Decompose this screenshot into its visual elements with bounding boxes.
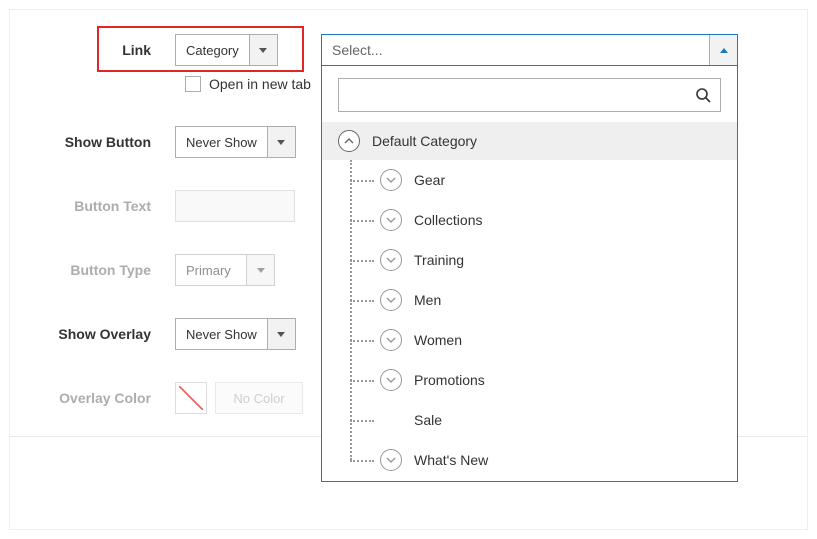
label-link: Link: [10, 42, 175, 58]
open-new-tab-row: Open in new tab: [185, 76, 311, 92]
expand-icon[interactable]: [380, 369, 402, 391]
tree-item-label: Gear: [414, 172, 445, 188]
chevron-down-icon: [267, 319, 295, 349]
button-type-select: Primary: [175, 254, 275, 286]
row-show-button: Show Button Never Show: [10, 126, 296, 158]
label-show-overlay: Show Overlay: [10, 326, 175, 342]
color-swatch: [175, 382, 207, 414]
category-select-placeholder: Select...: [322, 42, 709, 58]
expand-icon[interactable]: [380, 249, 402, 271]
tree-item[interactable]: Men: [350, 280, 737, 320]
search-wrap: [322, 66, 737, 116]
tree-item-label: Collections: [414, 212, 482, 228]
button-type-value: Primary: [176, 255, 246, 285]
show-button-value: Never Show: [176, 127, 267, 157]
label-button-text: Button Text: [10, 198, 175, 214]
tree-item[interactable]: Training: [350, 240, 737, 280]
expand-icon[interactable]: [380, 289, 402, 311]
tree-item-label: Promotions: [414, 372, 485, 388]
expand-icon[interactable]: [380, 209, 402, 231]
chevron-down-icon: [267, 127, 295, 157]
category-search-input[interactable]: [339, 79, 686, 111]
open-new-tab-checkbox[interactable]: [185, 76, 201, 92]
link-type-value: Category: [176, 35, 249, 65]
collapse-icon[interactable]: [338, 130, 360, 152]
label-overlay-color: Overlay Color: [10, 390, 175, 406]
tree-item[interactable]: Women: [350, 320, 737, 360]
link-type-select[interactable]: Category: [175, 34, 278, 66]
category-tree: Default Category Gear Collections Training…: [322, 116, 737, 494]
show-overlay-select[interactable]: Never Show: [175, 318, 296, 350]
search-box: [338, 78, 721, 112]
tree-item[interactable]: Sale: [350, 400, 737, 440]
tree-item-label: Training: [414, 252, 464, 268]
category-dropdown-panel: Default Category Gear Collections Training…: [321, 66, 738, 482]
open-new-tab-label: Open in new tab: [209, 76, 311, 92]
row-overlay-color: Overlay Color No Color: [10, 382, 303, 414]
tree-root-label: Default Category: [372, 133, 477, 149]
label-button-type: Button Type: [10, 262, 175, 278]
tree-item[interactable]: Gear: [350, 160, 737, 200]
expand-icon[interactable]: [380, 329, 402, 351]
show-button-select[interactable]: Never Show: [175, 126, 296, 158]
tree-item[interactable]: Collections: [350, 200, 737, 240]
overlay-color-value: No Color: [215, 382, 303, 414]
category-select[interactable]: Select...: [321, 34, 738, 66]
tree-root[interactable]: Default Category: [322, 122, 737, 160]
show-overlay-value: Never Show: [176, 319, 267, 349]
tree-item[interactable]: What's New: [350, 440, 737, 480]
tree-item-label: Women: [414, 332, 462, 348]
label-show-button: Show Button: [10, 134, 175, 150]
chevron-up-icon: [709, 35, 737, 65]
tree-item[interactable]: Promotions: [350, 360, 737, 400]
tree-item-label: What's New: [414, 452, 488, 468]
chevron-down-icon: [246, 255, 274, 285]
row-link: Link Category: [10, 34, 278, 66]
row-show-overlay: Show Overlay Never Show: [10, 318, 296, 350]
expand-icon[interactable]: [380, 169, 402, 191]
button-text-input: [175, 190, 295, 222]
expand-icon[interactable]: [380, 449, 402, 471]
row-button-type: Button Type Primary: [10, 254, 275, 286]
search-icon[interactable]: [686, 87, 720, 103]
tree-item-label: Sale: [414, 412, 442, 428]
row-button-text: Button Text: [10, 190, 295, 222]
chevron-down-icon: [249, 35, 277, 65]
tree-item-label: Men: [414, 292, 441, 308]
